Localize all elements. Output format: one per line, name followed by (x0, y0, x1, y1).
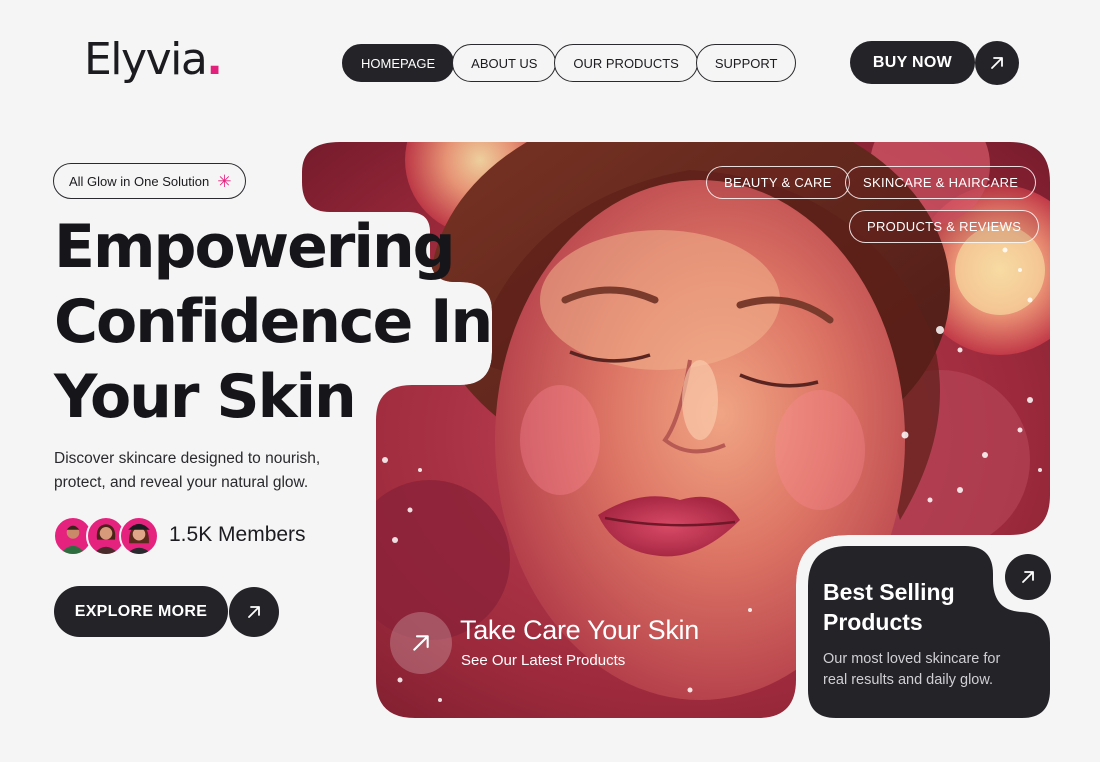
explore-more-arrow-button[interactable] (229, 587, 279, 637)
avatar (119, 516, 159, 556)
nav-item-homepage[interactable]: HOMEPAGE (342, 44, 455, 82)
image-caption-title: Take Care Your Skin (460, 615, 699, 645)
tag-beauty-care[interactable]: BEAUTY & CARE (706, 166, 850, 199)
headline-line-1: Empowering (54, 212, 456, 282)
best-selling-title-line-2: Products (823, 609, 923, 635)
tagline-badge-label: All Glow in One Solution (69, 173, 210, 189)
members-count: 1.5K Members (169, 523, 306, 546)
arrow-up-right-icon (413, 635, 429, 651)
best-selling-title: Best Selling Products (823, 577, 955, 637)
buy-now-arrow-button[interactable] (975, 41, 1019, 85)
member-avatars (53, 516, 159, 556)
take-care-arrow-button[interactable] (390, 612, 452, 674)
brand-name: Elyvia (84, 34, 208, 85)
arrow-up-right-icon (248, 606, 260, 618)
arrow-up-right-icon (1022, 571, 1034, 583)
hero-headline: Empowering Confidence In Your Skin (54, 210, 493, 435)
best-selling-title-line-1: Best Selling (823, 579, 955, 605)
headline-line-2: Confidence In (54, 287, 493, 357)
tagline-badge: All Glow in One Solution ✳ (53, 163, 247, 199)
headline-line-3: Your Skin (54, 362, 357, 432)
brand-dot: . (206, 34, 223, 85)
explore-more-button[interactable]: EXPLORE MORE (54, 586, 228, 637)
arrow-up-right-icon (991, 57, 1003, 69)
tag-skincare-haircare[interactable]: SKINCARE & HAIRCARE (845, 166, 1037, 199)
tag-products-reviews[interactable]: PRODUCTS & REVIEWS (849, 210, 1040, 243)
image-caption-subtitle[interactable]: See Our Latest Products (461, 652, 625, 669)
nav-item-support[interactable]: SUPPORT (695, 44, 797, 82)
buy-now-button[interactable]: BUY NOW (850, 41, 975, 84)
best-selling-description: Our most loved skincare for real results… (823, 651, 1001, 688)
best-selling-arrow-button[interactable] (1005, 554, 1051, 600)
brand-logo[interactable]: Elyvia. (84, 34, 223, 85)
hero-description: Discover skincare designed to nourish, p… (54, 450, 321, 491)
sparkle-icon: ✳ (217, 171, 232, 191)
main-nav: HOMEPAGE ABOUT US OUR PRODUCTS SUPPORT (342, 44, 797, 82)
nav-item-our-products[interactable]: OUR PRODUCTS (554, 44, 698, 82)
nav-item-about-us[interactable]: ABOUT US (452, 44, 557, 82)
